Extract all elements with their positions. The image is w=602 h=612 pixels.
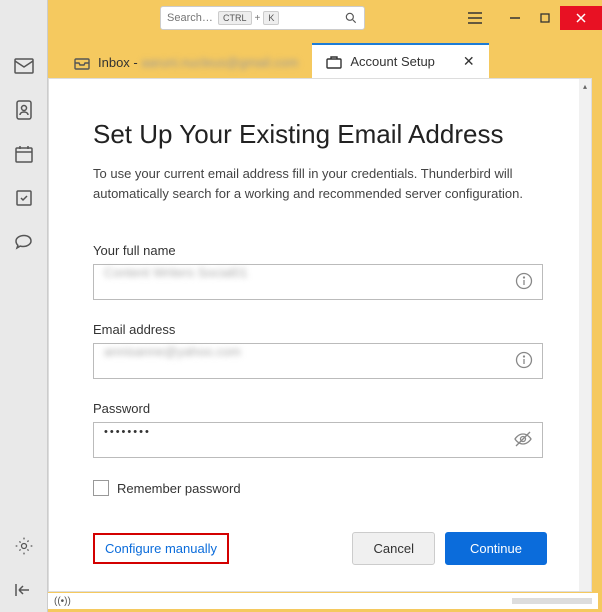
inbox-icon	[74, 56, 90, 70]
remember-password-row: Remember password	[93, 480, 547, 496]
page-title: Set Up Your Existing Email Address	[93, 119, 547, 150]
shortcut-plus: +	[255, 13, 261, 24]
remember-password-label: Remember password	[117, 481, 241, 496]
title-bar: CTRL + K	[0, 0, 602, 36]
configure-manually-link[interactable]: Configure manually	[93, 533, 229, 564]
email-field[interactable]: annisanne@yahoo.com	[93, 343, 543, 379]
info-icon[interactable]	[515, 272, 533, 290]
search-icon[interactable]	[344, 11, 358, 25]
search-input[interactable]	[167, 12, 217, 24]
tab-close-icon[interactable]: ✕	[463, 53, 475, 70]
spaces-toolbar	[0, 0, 48, 612]
email-label: Email address	[93, 322, 547, 337]
shortcut-ctrl: CTRL	[218, 11, 252, 25]
tab-account-setup[interactable]: Account Setup ✕	[312, 43, 488, 78]
gear-icon[interactable]	[12, 534, 36, 558]
tab-label: Inbox - aaruni.nucleus@gmail.com	[98, 55, 298, 70]
maximize-button[interactable]	[530, 6, 560, 30]
status-bar: ((•))	[48, 593, 598, 609]
app-menu-button[interactable]	[462, 8, 488, 28]
close-button[interactable]	[560, 6, 602, 30]
full-name-label: Your full name	[93, 243, 547, 258]
global-search-box[interactable]: CTRL + K	[160, 6, 365, 30]
full-name-field[interactable]: Content Writers Social01	[93, 264, 543, 300]
calendar-icon[interactable]	[12, 142, 36, 166]
tasks-icon[interactable]	[12, 186, 36, 210]
shortcut-k: K	[263, 11, 279, 25]
password-label: Password	[93, 401, 547, 416]
mail-icon[interactable]	[12, 54, 36, 78]
titlebar-right	[462, 6, 602, 30]
info-icon[interactable]	[515, 351, 533, 369]
chat-icon[interactable]	[12, 230, 36, 254]
eye-off-icon[interactable]	[513, 430, 533, 448]
page-description: To use your current email address fill i…	[93, 164, 533, 203]
collapse-icon[interactable]	[12, 578, 36, 602]
content-pane: ▴ Set Up Your Existing Email Address To …	[48, 78, 592, 592]
status-progress	[512, 598, 592, 604]
cancel-button[interactable]: Cancel	[352, 532, 434, 565]
broadcast-icon: ((•))	[54, 596, 71, 607]
toolbox-icon	[326, 55, 342, 69]
password-field[interactable]: ••••••••	[93, 422, 543, 458]
minimize-button[interactable]	[500, 6, 530, 30]
tab-strip: Inbox - aaruni.nucleus@gmail.com Account…	[48, 36, 598, 78]
window-controls	[500, 6, 602, 30]
remember-password-checkbox[interactable]	[93, 480, 109, 496]
tab-label: Account Setup	[350, 54, 435, 69]
continue-button[interactable]: Continue	[445, 532, 547, 565]
address-book-icon[interactable]	[12, 98, 36, 122]
tab-inbox[interactable]: Inbox - aaruni.nucleus@gmail.com	[60, 47, 312, 78]
action-row: Configure manually Cancel Continue	[93, 532, 547, 565]
